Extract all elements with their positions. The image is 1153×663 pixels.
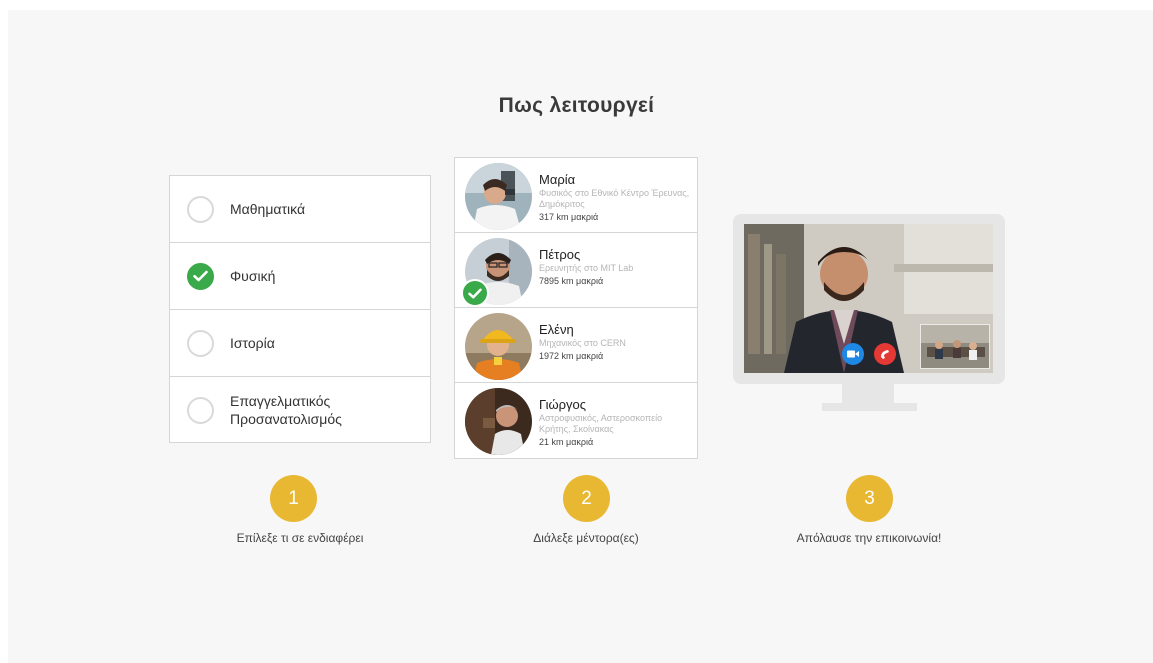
subject-option-mathematics[interactable]: Μαθηματικά (170, 176, 430, 243)
monitor-stand-neck (842, 384, 894, 404)
radio-unchecked-icon (187, 396, 214, 424)
mentor-role: Μηχανικός στο CERN (539, 338, 626, 348)
subject-label: Ιστορία (230, 335, 275, 351)
mentor-list: Μαρία Φυσικός στο Εθνικό Κέντρο Έρευνας,… (454, 157, 698, 459)
subject-label: Μαθηματικά (230, 201, 306, 217)
subject-option-career-guidance[interactable]: Επαγγελματικός Προσανατολισμός (170, 377, 430, 443)
phone-hangup-icon[interactable] (874, 343, 896, 365)
avatar (465, 163, 532, 230)
avatar (465, 313, 532, 380)
self-view-video (920, 324, 990, 369)
video-call-monitor (733, 214, 1005, 384)
step-number-2: 2 (563, 475, 610, 522)
mentor-role: Φυσικός στο Εθνικό Κέντρο Έρευνας, Δημόκ… (539, 188, 690, 209)
mentor-distance: 1972 km μακριά (539, 351, 604, 361)
step-label-1: Επίλεξε τι σε ενδιαφέρει (236, 531, 364, 545)
page-title: Πως λειτουργεί (498, 94, 655, 117)
mentor-name: Μαρία (539, 172, 576, 187)
subject-label: Επαγγελματικός Προσανατολισμός (230, 393, 342, 427)
mentor-card-maria[interactable]: Μαρία Φυσικός στο Εθνικό Κέντρο Έρευνας,… (455, 158, 697, 233)
mentor-distance: 21 km μακριά (539, 437, 594, 447)
mentor-role: Ερευνητής στο MIT Lab (539, 263, 634, 273)
step-label-2: Διάλεξε μέντορα(ες) (533, 531, 639, 545)
mentor-distance: 7895 km μακριά (539, 276, 604, 286)
video-camera-icon[interactable] (842, 343, 864, 365)
check-icon (461, 279, 489, 307)
mentor-card-petros[interactable]: Πέτρος Ερευνητής στο MIT Lab 7895 km μακ… (455, 233, 697, 308)
step-number-1: 1 (270, 475, 317, 522)
radio-unchecked-icon (187, 329, 214, 357)
mentor-card-eleni[interactable]: Ελένη Μηχανικός στο CERN 1972 km μακριά (455, 308, 697, 383)
mentor-name: Γιώργος (539, 397, 587, 412)
check-icon (187, 262, 214, 290)
subject-list: Μαθηματικά Φυσική Ιστορία Επαγγελματικός… (169, 175, 431, 443)
video-call-screen (744, 224, 993, 373)
mentor-card-giorgos[interactable]: Γιώργος Αστροφυσικός, Αστεροσκοπείο Κρήτ… (455, 383, 697, 458)
step-number-3: 3 (846, 475, 893, 522)
monitor-stand-base (822, 403, 917, 411)
step-label-3: Απόλαυσε την επικοινωνία! (796, 531, 942, 545)
mentor-name: Ελένη (539, 322, 574, 337)
avatar (465, 388, 532, 455)
subject-option-physics[interactable]: Φυσική (170, 243, 430, 310)
radio-unchecked-icon (187, 195, 214, 223)
subject-option-history[interactable]: Ιστορία (170, 310, 430, 377)
subject-label: Φυσική (230, 268, 276, 284)
mentor-distance: 317 km μακριά (539, 212, 599, 222)
mentor-name: Πέτρος (539, 247, 581, 262)
mentor-role: Αστροφυσικός, Αστεροσκοπείο Κρήτης, Σκοί… (539, 413, 663, 434)
